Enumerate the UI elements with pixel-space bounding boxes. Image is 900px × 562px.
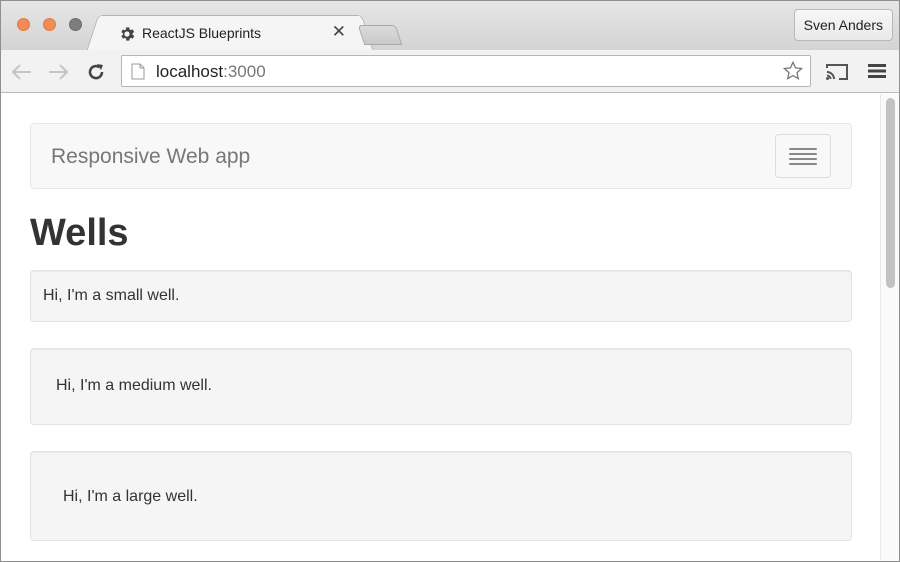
- page-icon: [131, 63, 145, 80]
- page-viewport[interactable]: Responsive Web app Wells Hi, I'm a small…: [1, 94, 899, 561]
- medium-well-text: Hi, I'm a medium well.: [56, 377, 212, 394]
- scrollbar-thumb[interactable]: [886, 98, 895, 288]
- profile-button[interactable]: Sven Anders: [793, 9, 893, 41]
- tab-body[interactable]: ReactJS Blueprints ✕: [100, 16, 360, 51]
- large-well-text: Hi, I'm a large well.: [63, 488, 198, 505]
- tab-strip: ReactJS Blueprints ✕ Sven Anders: [1, 1, 899, 51]
- star-icon[interactable]: [782, 60, 804, 82]
- gear-icon: [121, 27, 135, 41]
- tab-close-icon[interactable]: ✕: [332, 22, 346, 42]
- zoom-window-button[interactable]: [69, 18, 82, 31]
- reload-button[interactable]: [83, 59, 109, 85]
- forward-button[interactable]: [45, 59, 71, 85]
- hamburger-menu-icon[interactable]: [867, 62, 887, 80]
- tab-reactjs-blueprints[interactable]: ReactJS Blueprints ✕: [99, 15, 361, 51]
- page-navbar: Responsive Web app: [30, 123, 852, 189]
- minimize-window-button[interactable]: [43, 18, 56, 31]
- page-title: Wells: [30, 212, 129, 254]
- browser-toolbar: localhost:3000: [1, 50, 899, 93]
- medium-well: Hi, I'm a medium well.: [30, 348, 852, 425]
- hamburger-icon: [789, 158, 817, 160]
- large-well: Hi, I'm a large well.: [30, 451, 852, 541]
- url-host: localhost: [156, 62, 224, 81]
- vertical-scrollbar[interactable]: [880, 94, 899, 561]
- small-well-text: Hi, I'm a small well.: [43, 287, 180, 304]
- navbar-toggle-button[interactable]: [775, 134, 831, 178]
- back-arrow-icon: [11, 64, 31, 80]
- new-tab-button[interactable]: [357, 25, 403, 45]
- navbar-brand[interactable]: Responsive Web app: [51, 145, 250, 169]
- hamburger-icon: [789, 153, 817, 155]
- forward-arrow-icon: [49, 64, 69, 80]
- cast-icon[interactable]: [825, 63, 849, 81]
- address-bar[interactable]: localhost:3000: [121, 55, 811, 87]
- small-well: Hi, I'm a small well.: [30, 270, 852, 322]
- reload-icon: [88, 64, 104, 80]
- back-button[interactable]: [9, 59, 35, 85]
- close-window-button[interactable]: [17, 18, 30, 31]
- tab-title: ReactJS Blueprints: [142, 25, 262, 41]
- url-port: :3000: [223, 62, 266, 81]
- hamburger-icon: [789, 163, 817, 165]
- browser-window: ReactJS Blueprints ✕ Sven Anders localho…: [0, 0, 900, 562]
- hamburger-icon: [789, 148, 817, 150]
- url-text[interactable]: localhost:3000: [156, 62, 266, 82]
